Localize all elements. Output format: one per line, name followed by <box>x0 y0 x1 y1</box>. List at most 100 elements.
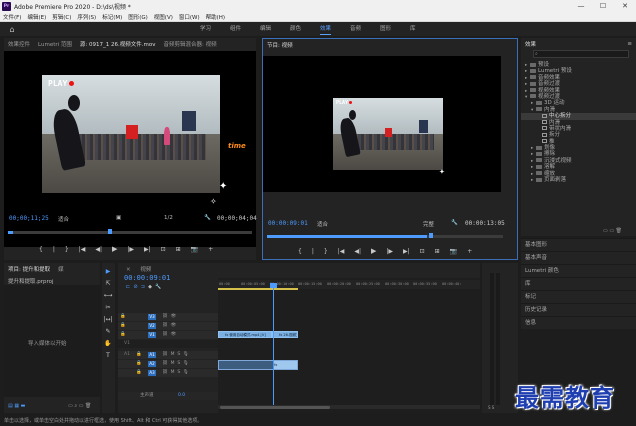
selection-tool-icon[interactable]: ▶ <box>103 267 113 277</box>
panel-history[interactable]: 历史记录 <box>521 303 636 316</box>
transition-marker[interactable]: fx <box>273 361 297 369</box>
lock-icon[interactable]: 🔒 <box>120 322 126 330</box>
workspace-assembly[interactable]: 组件 <box>230 22 241 36</box>
sync-lock-icon[interactable]: ⛓ 👁 <box>162 313 176 321</box>
menu-view[interactable]: 视图(V) <box>154 13 173 21</box>
list-view-icon[interactable]: ▤ ▦ ▬ <box>8 403 25 409</box>
panel-info[interactable]: 信息 <box>521 316 636 329</box>
timeline-tracks-area[interactable] <box>218 278 480 413</box>
mark-in-button[interactable]: { <box>298 248 302 255</box>
play-button[interactable]: ▶ <box>371 247 376 255</box>
menu-clip[interactable]: 剪辑(C) <box>52 13 71 21</box>
new-item-icon[interactable]: ▭ ⌕ ▭ 🗑 <box>68 403 91 409</box>
menu-help[interactable]: 帮助(H) <box>206 13 225 21</box>
lift-button[interactable]: ⊡ <box>420 248 425 255</box>
workspace-color[interactable]: 颜色 <box>290 22 301 36</box>
program-scrub-bar[interactable] <box>267 235 503 238</box>
workspace-audio[interactable]: 音频 <box>350 22 361 36</box>
program-quality-dropdown[interactable]: 完整 <box>423 220 434 228</box>
menu-file[interactable]: 文件(F) <box>3 13 21 21</box>
slip-tool-icon[interactable]: |↔| <box>103 315 113 325</box>
play-button[interactable]: ▶ <box>112 245 117 253</box>
solo-buttons[interactable]: S S <box>488 405 494 410</box>
project-bin[interactable]: 导入媒体以开始 <box>4 285 100 397</box>
extract-button[interactable]: ⊞ <box>435 248 440 255</box>
workspace-editing[interactable]: 编辑 <box>260 22 271 36</box>
tab-project[interactable]: 项目: 提升和提取 <box>4 265 54 273</box>
lock-icon[interactable]: 🔒 <box>136 351 142 359</box>
work-area-bar[interactable] <box>218 288 298 290</box>
go-to-out-button[interactable]: ▶| <box>403 248 410 255</box>
track-label-a1[interactable]: A1 <box>148 352 156 358</box>
mark-out-button[interactable]: } <box>324 248 328 255</box>
timeline-tools[interactable]: ⊏ ⊘ ⊐ ◆ 🔧 <box>126 284 161 290</box>
panel-lumetri-color[interactable]: Lumetri 颜色 <box>521 264 636 277</box>
razor-tool-icon[interactable]: ✂ <box>103 303 113 313</box>
safe-margins-icon[interactable]: ▣ <box>116 215 121 221</box>
track-label-a2[interactable]: A2 <box>148 361 156 367</box>
go-to-out-button[interactable]: ▶| <box>144 246 151 253</box>
tab-effects[interactable]: 效果 <box>521 40 540 48</box>
type-tool-icon[interactable]: T <box>103 351 113 361</box>
export-frame-icon[interactable]: 📷 <box>191 246 198 253</box>
workspace-libraries[interactable]: 库 <box>410 22 416 36</box>
menu-sequence[interactable]: 序列(S) <box>77 13 96 21</box>
panel-libraries[interactable]: 库 <box>521 277 636 290</box>
wrench-icon[interactable]: 🔧 <box>451 220 458 226</box>
track-label-v3[interactable]: V3 <box>148 314 156 320</box>
track-controls[interactable]: ⛓ M S 🎙 <box>162 369 189 377</box>
export-frame-icon[interactable]: 📷 <box>450 248 457 255</box>
minimize-button[interactable]: — <box>570 0 592 12</box>
hand-tool-icon[interactable]: ✋ <box>103 339 113 349</box>
add-button[interactable]: + <box>208 246 213 253</box>
sync-lock-icon[interactable]: ⛓ 👁 <box>162 322 176 330</box>
tab-lumetri-scopes[interactable]: Lumetri 范围 <box>34 40 76 48</box>
timeline-scrollbar[interactable] <box>218 405 480 409</box>
maximize-button[interactable]: ☐ <box>592 0 614 12</box>
pen-tool-icon[interactable]: ✎ <box>103 327 113 337</box>
panel-essential-sound[interactable]: 基本声音 <box>521 251 636 264</box>
source-scrub-bar[interactable] <box>8 231 252 234</box>
tab-audio-clip-mixer[interactable]: 音频剪辑混合器: 视频 <box>159 40 220 48</box>
mark-out-button[interactable]: } <box>65 246 69 253</box>
source-page-select[interactable]: 1/2 <box>164 215 173 221</box>
mark-in-button[interactable]: { <box>39 246 43 253</box>
tab-program[interactable]: 节目: 视频 <box>263 41 297 49</box>
clip-v1-1[interactable]: fx 使用自动模式.mp4 [V] <box>218 331 272 338</box>
workspace-learning[interactable]: 学习 <box>200 22 211 36</box>
timeline-playhead[interactable] <box>273 284 274 406</box>
ripple-edit-tool-icon[interactable]: ⟷ <box>103 291 113 301</box>
track-controls[interactable]: ⛓ M S 🎙 <box>162 351 189 359</box>
step-back-button[interactable]: ◀| <box>95 246 102 253</box>
panel-markers[interactable]: 标记 <box>521 290 636 303</box>
tab-source[interactable]: 源: 0917_1 26.视频文件.mov <box>76 40 160 48</box>
wrench-icon[interactable]: 🔧 <box>204 215 211 221</box>
track-label-a3[interactable]: A3 <box>148 370 156 376</box>
program-timecode[interactable]: 00:00:09:01 <box>268 220 308 227</box>
panel-menu-icon[interactable]: ≡ <box>623 41 636 47</box>
lock-icon[interactable]: 🔒 <box>136 369 142 377</box>
program-viewer[interactable]: PLAY ✦ <box>263 56 501 192</box>
go-to-in-button[interactable]: |◀ <box>79 246 86 253</box>
step-forward-button[interactable]: |▶ <box>386 248 393 255</box>
workspace-effects[interactable]: 效果 <box>320 22 332 36</box>
sync-lock-icon[interactable]: ⛓ 👁 <box>162 331 176 339</box>
track-label-v1[interactable]: V1 <box>148 332 156 338</box>
clip-v1-2[interactable]: fx 26.视频文件.mov [V] <box>272 331 298 338</box>
tab-effect-controls[interactable]: 效果控件 <box>4 40 34 48</box>
track-label-v2[interactable]: V2 <box>148 323 156 329</box>
menu-graphics[interactable]: 图形(G) <box>128 13 148 21</box>
source-patch-v1[interactable]: V1 <box>124 340 130 348</box>
overwrite-button[interactable]: ⊞ <box>176 246 181 253</box>
source-fit-dropdown[interactable]: 适合 <box>58 215 69 223</box>
lock-icon[interactable]: 🔒 <box>120 331 126 339</box>
tab-media[interactable]: 媒 <box>54 265 68 273</box>
source-timecode[interactable]: 00;00;11;25 <box>9 215 49 222</box>
tab-sequence[interactable]: ✕ 视频 <box>118 265 159 273</box>
close-button[interactable]: ✕ <box>614 0 636 12</box>
playhead-handle[interactable] <box>270 283 277 288</box>
lock-icon[interactable]: 🔒 <box>120 313 126 321</box>
master-volume-value[interactable]: 0.0 <box>178 392 185 400</box>
lock-icon[interactable]: 🔒 <box>136 360 142 368</box>
step-back-button[interactable]: ◀| <box>354 248 361 255</box>
